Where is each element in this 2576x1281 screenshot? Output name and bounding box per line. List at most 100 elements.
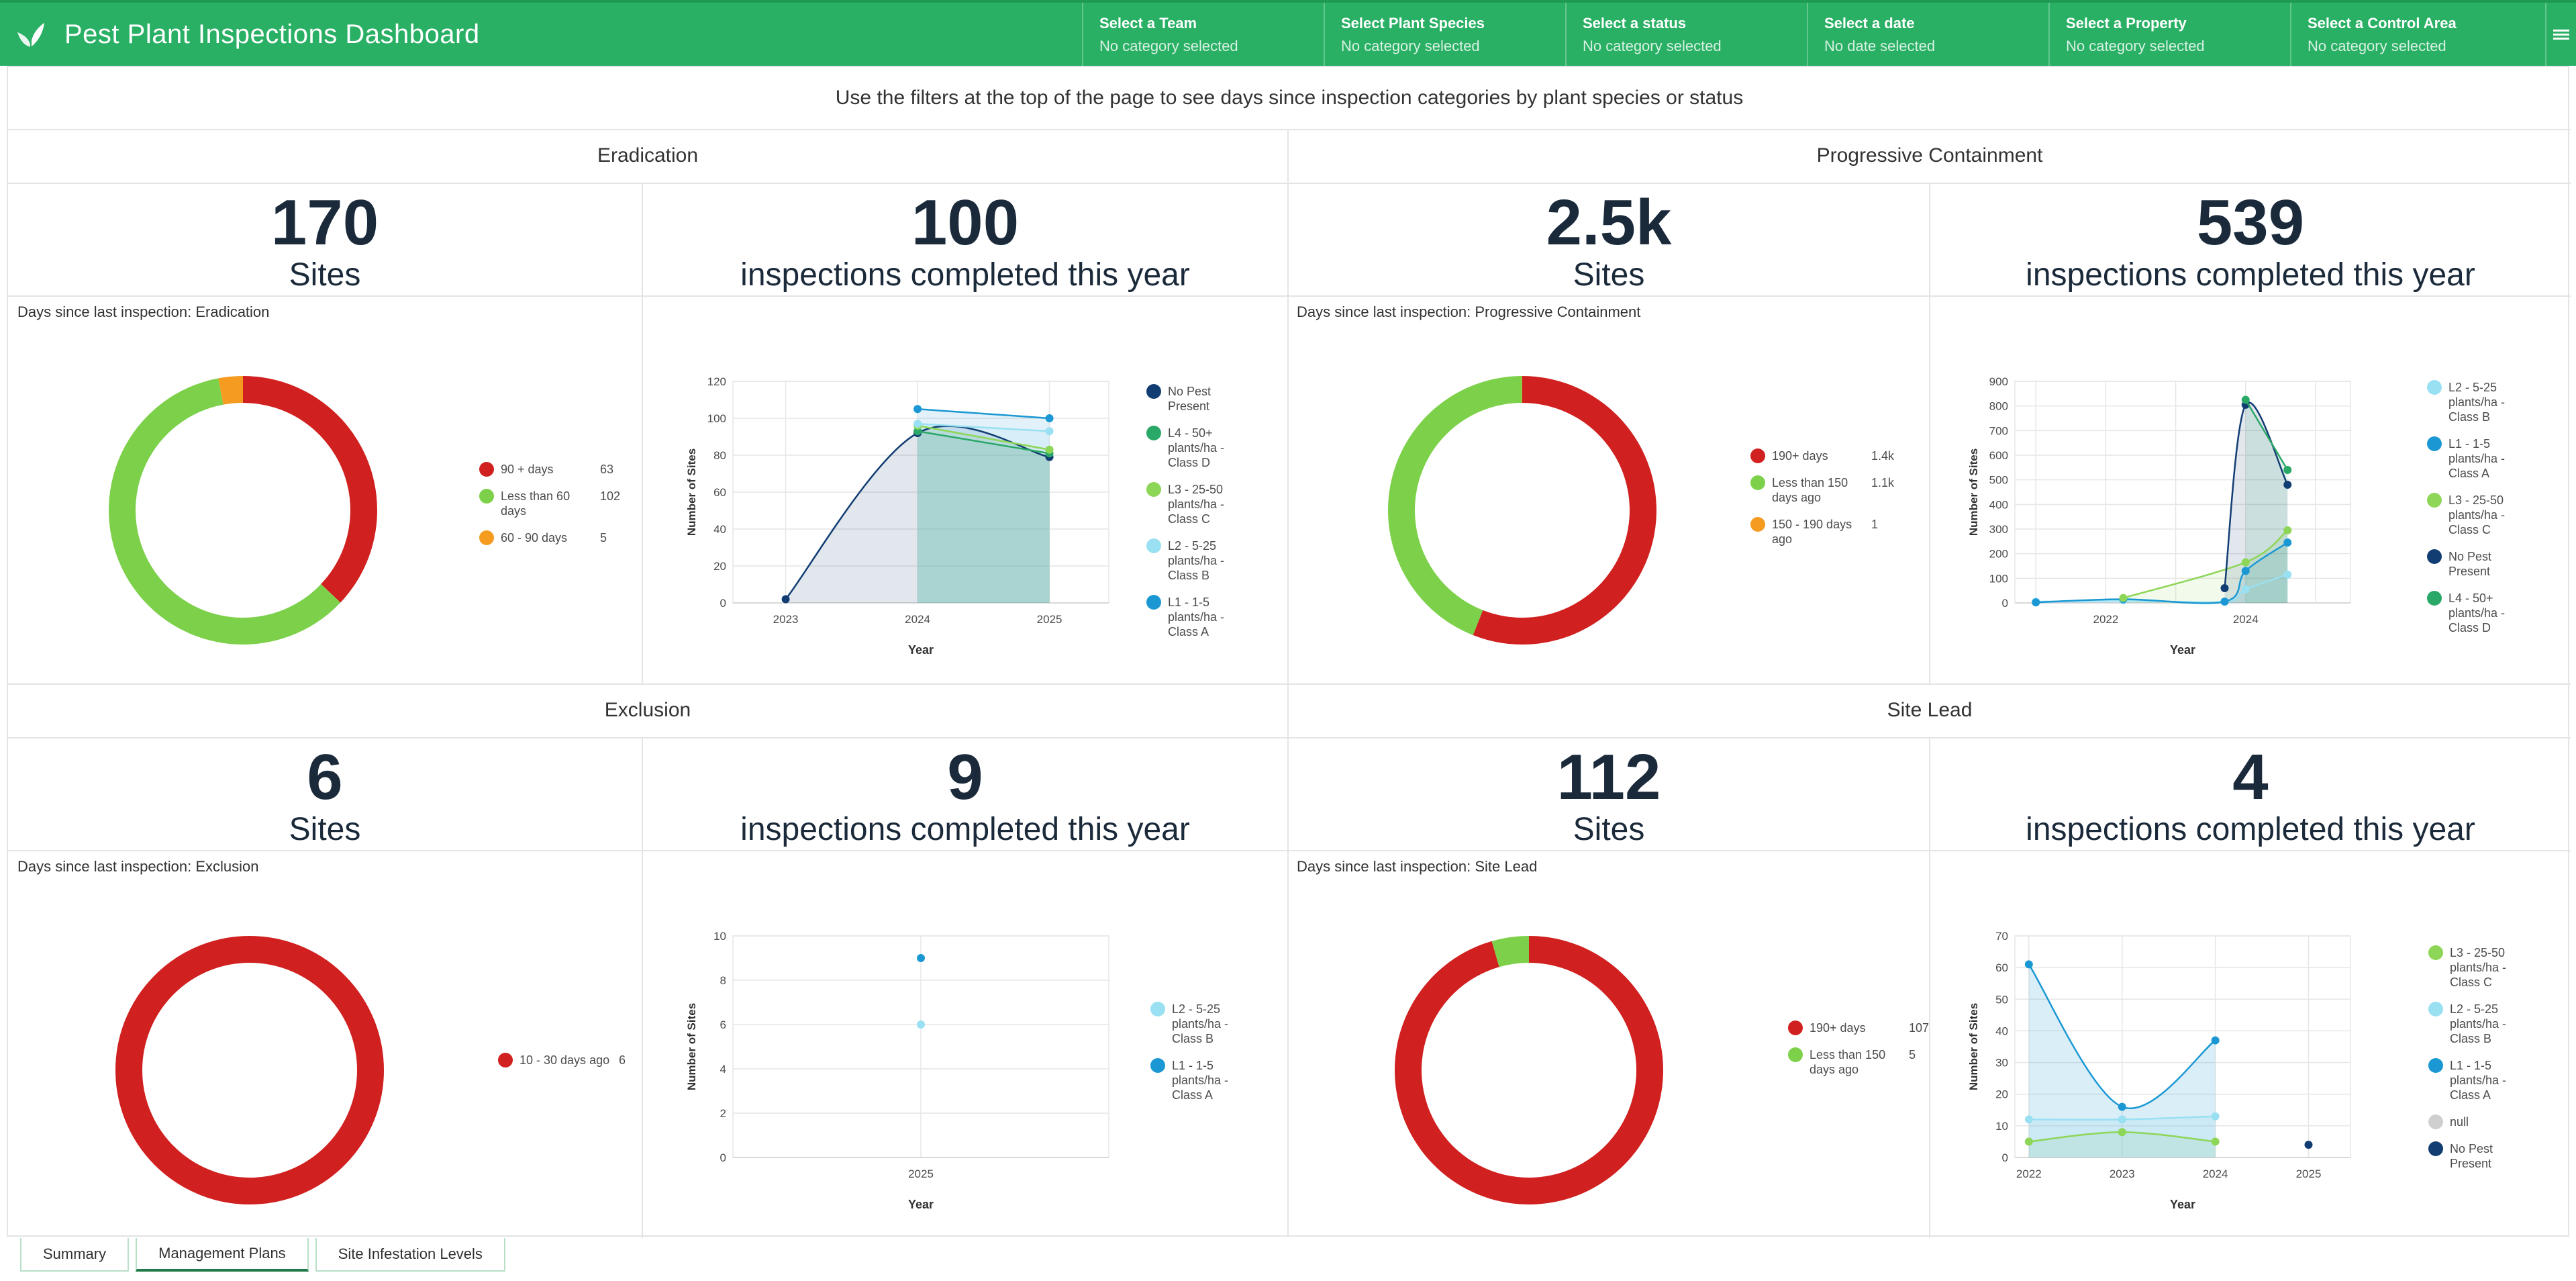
legend-label: null [2450,1115,2469,1129]
legend-item[interactable]: L4 - 50+ plants/ha - Class D [2427,591,2529,635]
x-axis-label: Year [2170,643,2195,657]
data-point[interactable] [2283,466,2292,474]
legend-item[interactable]: L2 - 5-25 plants/ha - Class B [2428,1002,2530,1046]
legend-item[interactable]: 10 - 30 days ago 6 [498,1053,626,1068]
sitelead-donut-chart[interactable] [1388,929,1670,1211]
control-area-selector[interactable]: Select a Control Area No category select… [2290,3,2532,66]
donut-slice-less-than-150-days-ago[interactable] [1388,376,1522,636]
legend-item[interactable]: 60 - 90 days 5 [479,530,620,545]
data-point[interactable] [1045,445,1054,454]
legend-swatch [1750,448,1765,463]
data-point[interactable] [917,1021,925,1029]
tab-management-plans[interactable]: Management Plans [136,1238,309,1272]
y-tick-label: 10 [713,930,726,943]
eradication-donut-chart[interactable] [102,369,384,651]
legend-item[interactable]: L2 - 5-25 plants/ha - Class B [2427,380,2529,424]
legend-item[interactable]: L4 - 50+ plants/ha - Class D [1146,426,1248,470]
data-point[interactable] [2220,584,2229,592]
legend-item[interactable]: L1 - 1-5 plants/ha - Class A [1150,1058,1252,1102]
hamburger-menu-icon[interactable] [2545,3,2576,66]
legend-item[interactable]: 90 + days 63 [479,462,620,477]
legend-item[interactable]: L3 - 25-50 plants/ha - Class C [2427,493,2529,537]
data-point[interactable] [2024,960,2033,969]
legend-item[interactable]: L1 - 1-5 plants/ha - Class A [2427,436,2529,481]
progressive-donut-caption: Days since last inspection: Progressive … [1297,303,1641,320]
data-point[interactable] [2118,1115,2126,1124]
property-selector[interactable]: Select a Property No category selected [2048,3,2290,66]
data-point[interactable] [2211,1112,2220,1121]
legend-item[interactable]: null [2428,1114,2530,1129]
data-point[interactable] [1045,427,1054,436]
legend-swatch [1750,517,1765,532]
data-point[interactable] [2241,558,2250,567]
sitelead-line-legend: L3 - 25-50 plants/ha - Class C L2 - 5-25 … [2428,945,2530,1183]
legend-item[interactable]: L2 - 5-25 plants/ha - Class B [1146,538,1248,583]
data-point[interactable] [913,420,922,428]
data-point[interactable] [2283,538,2292,547]
legend-item[interactable]: No Pest Present [1146,384,1248,414]
plant-species-selector[interactable]: Select Plant Species No category selecte… [1324,3,1565,66]
eradication-line-chart[interactable]: 0 20 40 60 80 100 120 2023 2024 2025 Year Number of… [673,302,1142,678]
legend-item[interactable]: 190+ days 107 [1788,1021,1929,1035]
data-point[interactable] [1045,414,1054,422]
legend-item[interactable]: No Pest Present [2428,1141,2530,1171]
data-point[interactable] [913,405,922,414]
exclusion-donut-chart[interactable] [109,929,391,1211]
donut-slice-90-days[interactable] [243,376,377,603]
selector-label: Select a Control Area [2308,15,2457,32]
legend-item[interactable]: 150 - 190 days ago 1 [1750,517,1894,547]
sitelead-inspections-kpi: 4 inspections completed this year [1930,745,2571,850]
y-tick-label: 8 [720,974,726,987]
legend-item[interactable]: L3 - 25-50 plants/ha - Class C [2428,945,2530,990]
tab-summary[interactable]: Summary [20,1238,130,1272]
legend-item[interactable]: L1 - 1-5 plants/ha - Class A [2428,1058,2530,1102]
data-point[interactable] [917,954,925,962]
date-selector[interactable]: Select a date No date selected [1807,3,2048,66]
data-point[interactable] [2304,1141,2313,1149]
exclusion-scatter-chart[interactable]: 0 2 4 6 8 10 2025 Year Number of Sites [673,857,1142,1233]
data-point[interactable] [781,595,790,604]
progressive-donut-chart[interactable] [1381,369,1663,651]
data-point[interactable] [2241,585,2250,594]
data-point[interactable] [2211,1137,2220,1146]
data-point[interactable] [2220,598,2229,606]
status-selector[interactable]: Select a status No category selected [1565,3,1807,66]
data-point[interactable] [2024,1115,2033,1124]
data-point[interactable] [2118,1128,2126,1137]
donut-slice-10-30-days-ago[interactable] [115,936,384,1204]
legend-swatch [479,489,494,504]
data-point[interactable] [2024,1137,2033,1146]
legend-item[interactable]: Less than 150 days ago 1.1k [1750,475,1894,505]
legend-item[interactable]: Less than 150 days ago 5 [1788,1047,1929,1077]
x-tick-label: 2025 [908,1168,934,1180]
tab-site-infestation-levels[interactable]: Site Infestation Levels [315,1238,505,1272]
data-point[interactable] [2283,570,2292,579]
legend-item[interactable]: 190+ days 1.4k [1750,448,1894,463]
legend-item[interactable]: No Pest Present [2427,549,2529,579]
donut-slice-190-days[interactable] [1473,376,1656,645]
data-point[interactable] [2283,481,2292,489]
y-tick-label: 50 [1995,993,2008,1006]
y-tick-label: 700 [1989,424,2008,437]
progressive-line-chart[interactable]: 0 100 200 300 400 500 600 700 800 900 2022 2024 Year… [1954,302,2397,678]
legend-label: Less than 60 days [501,489,571,518]
legend-item[interactable]: L2 - 5-25 plants/ha - Class B [1150,1002,1252,1046]
legend-item[interactable]: L1 - 1-5 plants/ha - Class A [1146,595,1248,639]
data-point[interactable] [2119,594,2128,602]
data-point[interactable] [2032,598,2040,607]
sitelead-line-chart[interactable]: 0 10 20 30 40 50 60 70 2022 2023 2024 2025 Year Numbe… [1954,857,2411,1233]
legend-item[interactable]: L3 - 25-50 plants/ha - Class C [1146,482,1248,526]
x-axis-label: Year [2170,1198,2195,1211]
data-point[interactable] [2241,567,2250,575]
progressive-containment-title: Progressive Containment [1816,144,2043,167]
legend-item[interactable]: Less than 60 days 102 [479,489,620,518]
selector-label: Select a Team [1099,15,1197,32]
data-point[interactable] [2118,1102,2126,1111]
data-point[interactable] [2211,1036,2220,1045]
data-point[interactable] [2283,526,2292,534]
legend-label: L3 - 25-50 plants/ha - Class C [1168,483,1225,526]
filter-instructions: Use the filters at the top of the page t… [835,87,1744,109]
donut-slice-190-days[interactable] [1395,936,1663,1204]
data-point[interactable] [2241,395,2250,404]
team-selector[interactable]: Select a Team No category selected [1082,3,1324,66]
